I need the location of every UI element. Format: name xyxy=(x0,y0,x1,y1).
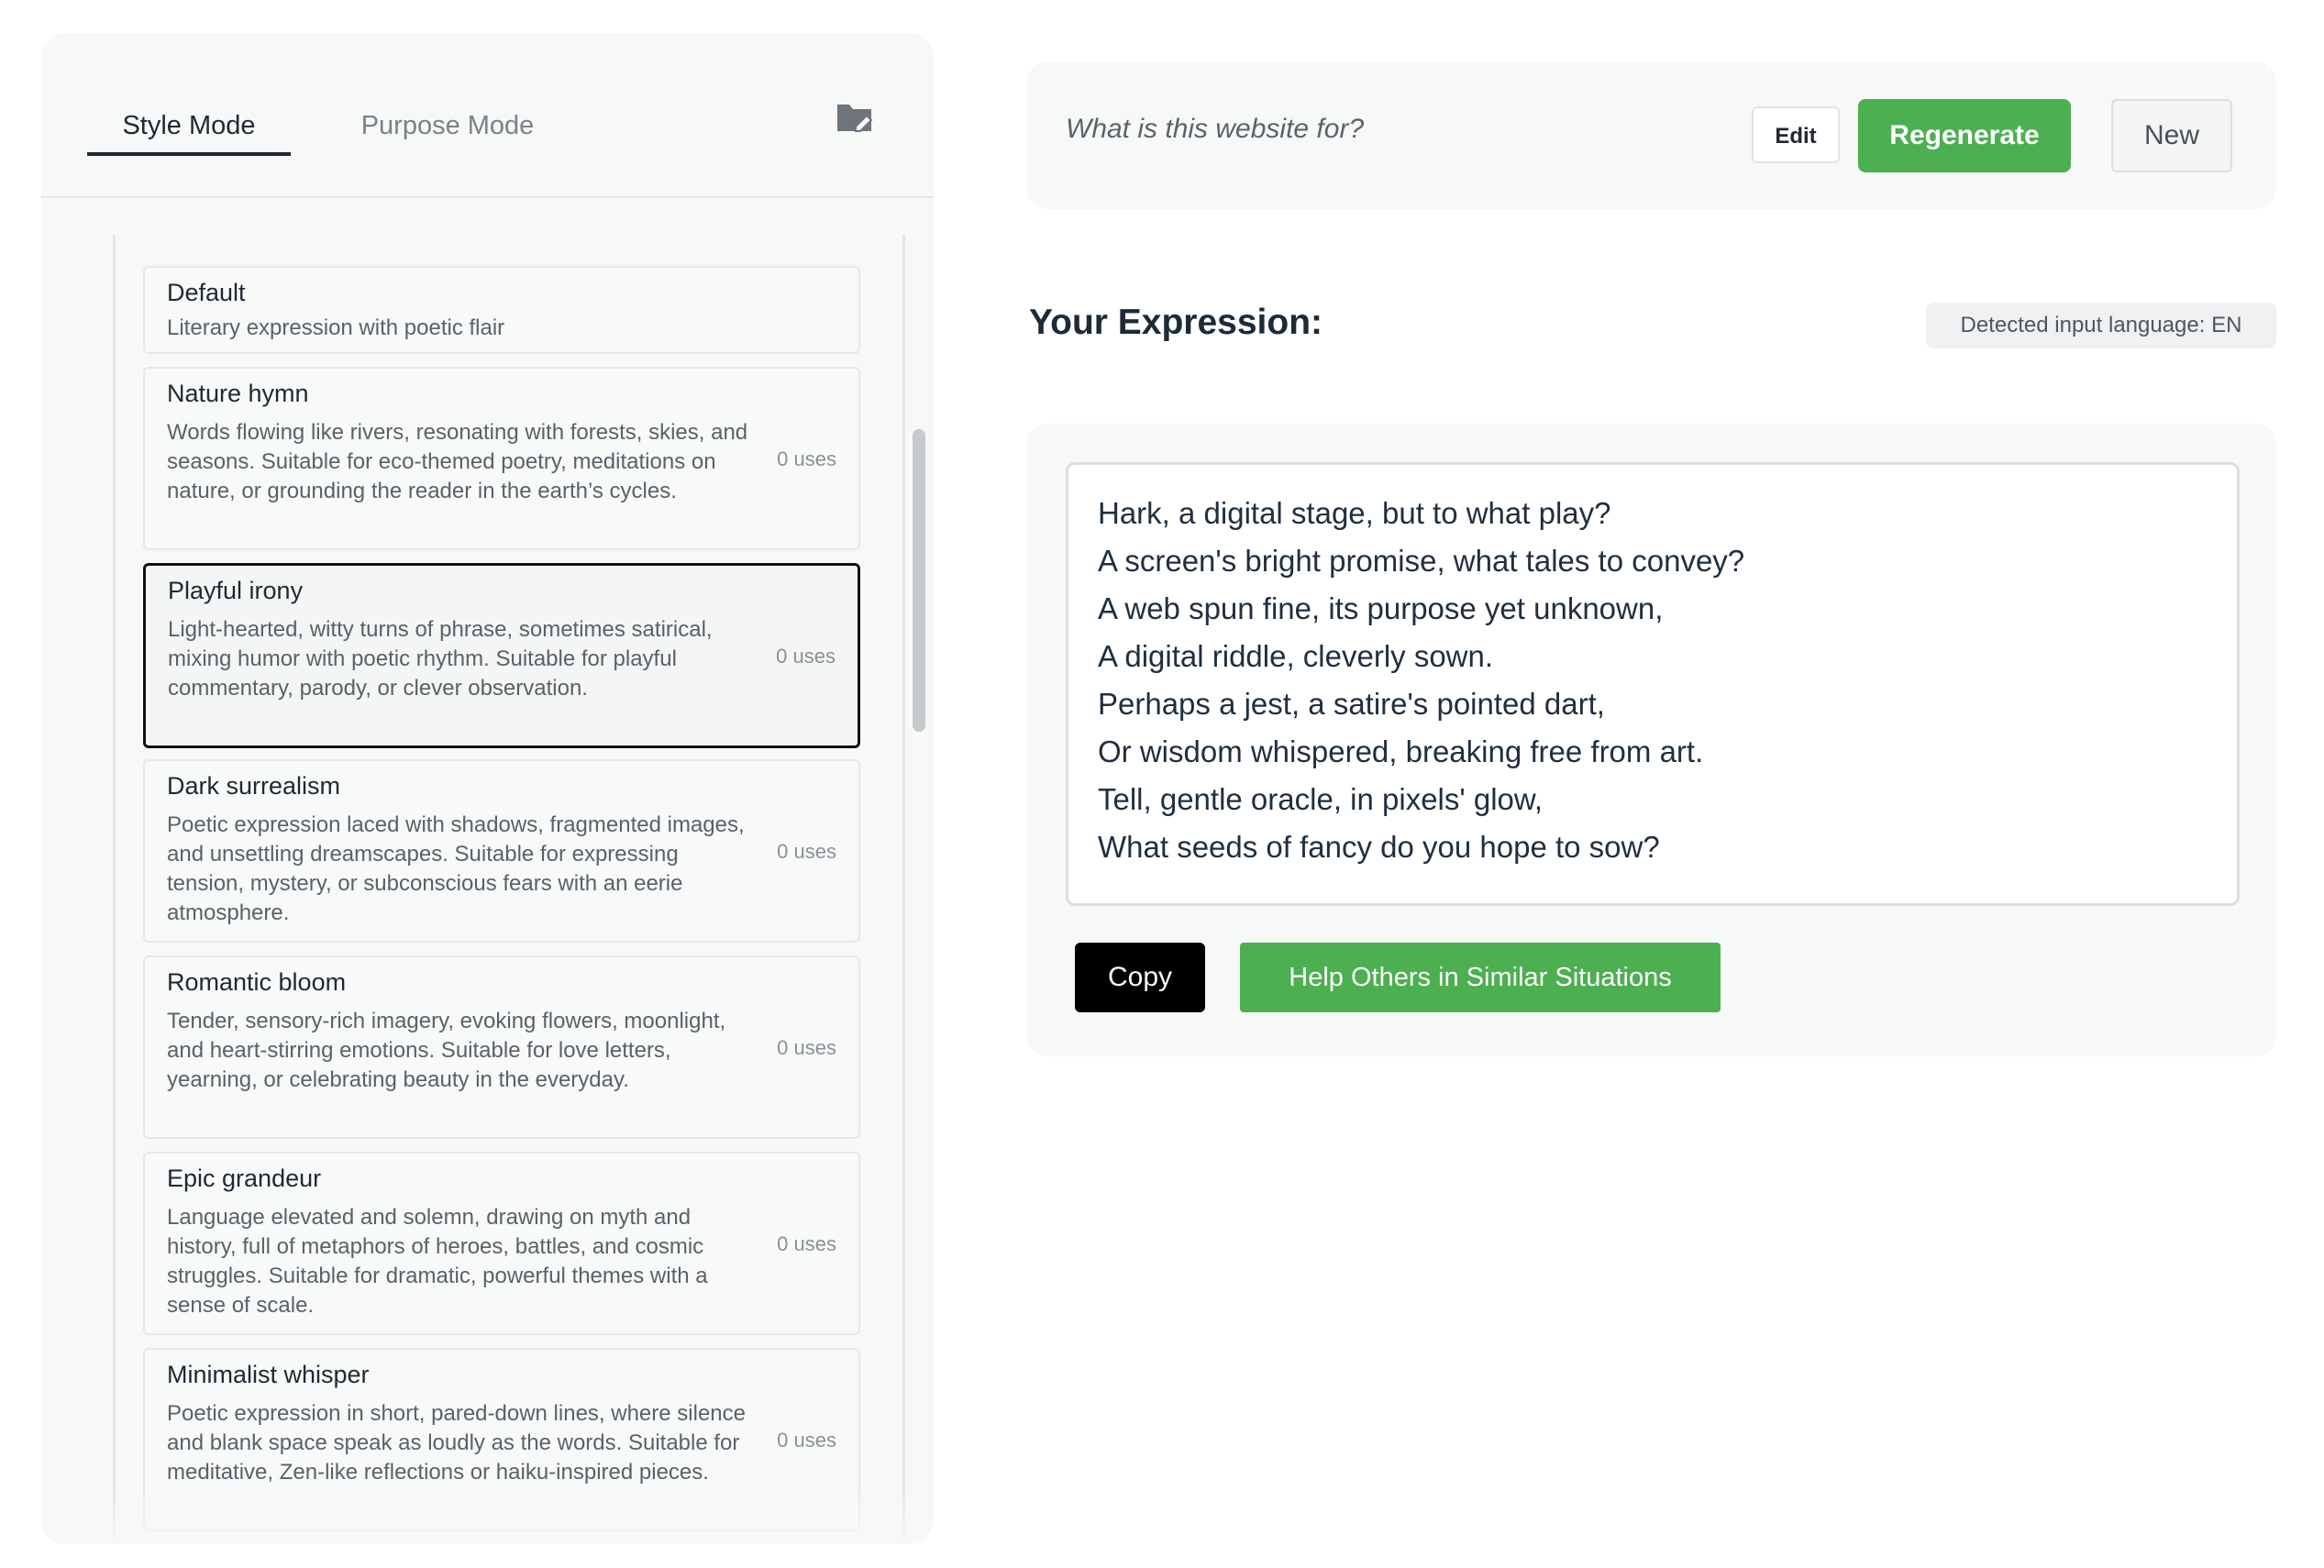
poem-line: Perhaps a jest, a satire's pointed dart, xyxy=(1098,687,1605,721)
style-description: Light-hearted, witty turns of phrase, so… xyxy=(168,617,713,701)
uses-count: 0 uses xyxy=(777,1429,836,1452)
style-title: Minimalist whisper xyxy=(167,1361,370,1388)
new-button[interactable]: New xyxy=(2111,99,2232,172)
style-title: Nature hymn xyxy=(167,380,309,407)
list-left-rail xyxy=(113,235,116,1544)
uses-count: 0 uses xyxy=(776,645,836,668)
style-title: Romantic bloom xyxy=(167,968,347,996)
style-card-epic-grandeur[interactable]: Epic grandeur Language elevated and sole… xyxy=(143,1152,860,1335)
list-right-rail xyxy=(902,235,905,1544)
poem-line: Or wisdom whispered, breaking free from … xyxy=(1098,734,1704,768)
style-card-dark-surrealism[interactable]: Dark surrealism Poetic expression laced … xyxy=(143,759,860,943)
poem-line: Hark, a digital stage, but to what play? xyxy=(1098,496,1611,530)
tab-purpose-mode[interactable]: Purpose Mode xyxy=(333,99,562,152)
style-description: Language elevated and solemn, drawing on… xyxy=(167,1205,708,1318)
poem-line: What seeds of fancy do you hope to sow? xyxy=(1098,830,1660,864)
uses-count: 0 uses xyxy=(777,840,836,863)
style-title: Default xyxy=(167,279,246,306)
poem-line: A digital riddle, cleverly sown. xyxy=(1098,639,1494,673)
expression-output[interactable]: Hark, a digital stage, but to what play?… xyxy=(1066,462,2240,906)
style-description: Poetic expression laced with shadows, fr… xyxy=(167,812,745,925)
scrollbar-thumb[interactable] xyxy=(913,429,925,732)
style-description: Literary expression with poetic flair xyxy=(167,315,505,340)
language-badge: Detected input language: EN xyxy=(1926,303,2276,348)
expression-heading: Your Expression: xyxy=(1029,303,1323,342)
regenerate-button[interactable]: Regenerate xyxy=(1858,99,2071,172)
poem-line: Tell, gentle oracle, in pixels' glow, xyxy=(1098,782,1544,816)
style-card-minimalist-whisper[interactable]: Minimalist whisper Poetic expression in … xyxy=(143,1348,860,1531)
style-card-playful-irony[interactable]: Playful irony Light-hearted, witty turns… xyxy=(143,563,860,748)
uses-count: 0 uses xyxy=(777,1036,836,1059)
style-title: Playful irony xyxy=(168,577,304,604)
tab-style-mode[interactable]: Style Mode xyxy=(87,99,291,156)
edit-button[interactable]: Edit xyxy=(1752,106,1840,163)
style-list[interactable]: Default Literary expression with poetic … xyxy=(113,235,905,1544)
style-description: Poetic expression in short, pared-down l… xyxy=(167,1401,746,1485)
uses-count: 0 uses xyxy=(777,1232,836,1255)
style-card-default[interactable]: Default Literary expression with poetic … xyxy=(143,266,860,354)
style-card-romantic-bloom[interactable]: Romantic bloom Tender, sensory-rich imag… xyxy=(143,955,860,1139)
style-title: Dark surrealism xyxy=(167,772,341,800)
style-panel: Style Mode Purpose Mode Default Literary… xyxy=(41,33,934,1544)
mode-tabs: Style Mode Purpose Mode xyxy=(41,33,934,198)
style-description: Tender, sensory-rich imagery, evoking fl… xyxy=(167,1009,726,1092)
result-panel: Hark, a digital stage, but to what play?… xyxy=(1027,424,2276,1056)
query-text: What is this website for? xyxy=(1066,114,1365,144)
copy-button[interactable]: Copy xyxy=(1075,943,1205,1012)
style-title: Epic grandeur xyxy=(167,1165,322,1192)
style-card-nature-hymn[interactable]: Nature hymn Words flowing like rivers, r… xyxy=(143,367,860,550)
folder-edit-icon[interactable] xyxy=(836,99,874,136)
query-panel: What is this website for? Edit Regenerat… xyxy=(1027,62,2276,209)
help-others-button[interactable]: Help Others in Similar Situations xyxy=(1240,943,1721,1012)
poem-line: A screen's bright promise, what tales to… xyxy=(1098,544,1745,578)
poem-line: A web spun fine, its purpose yet unknown… xyxy=(1098,591,1664,625)
style-description: Words flowing like rivers, resonating wi… xyxy=(167,420,748,503)
uses-count: 0 uses xyxy=(777,447,836,470)
